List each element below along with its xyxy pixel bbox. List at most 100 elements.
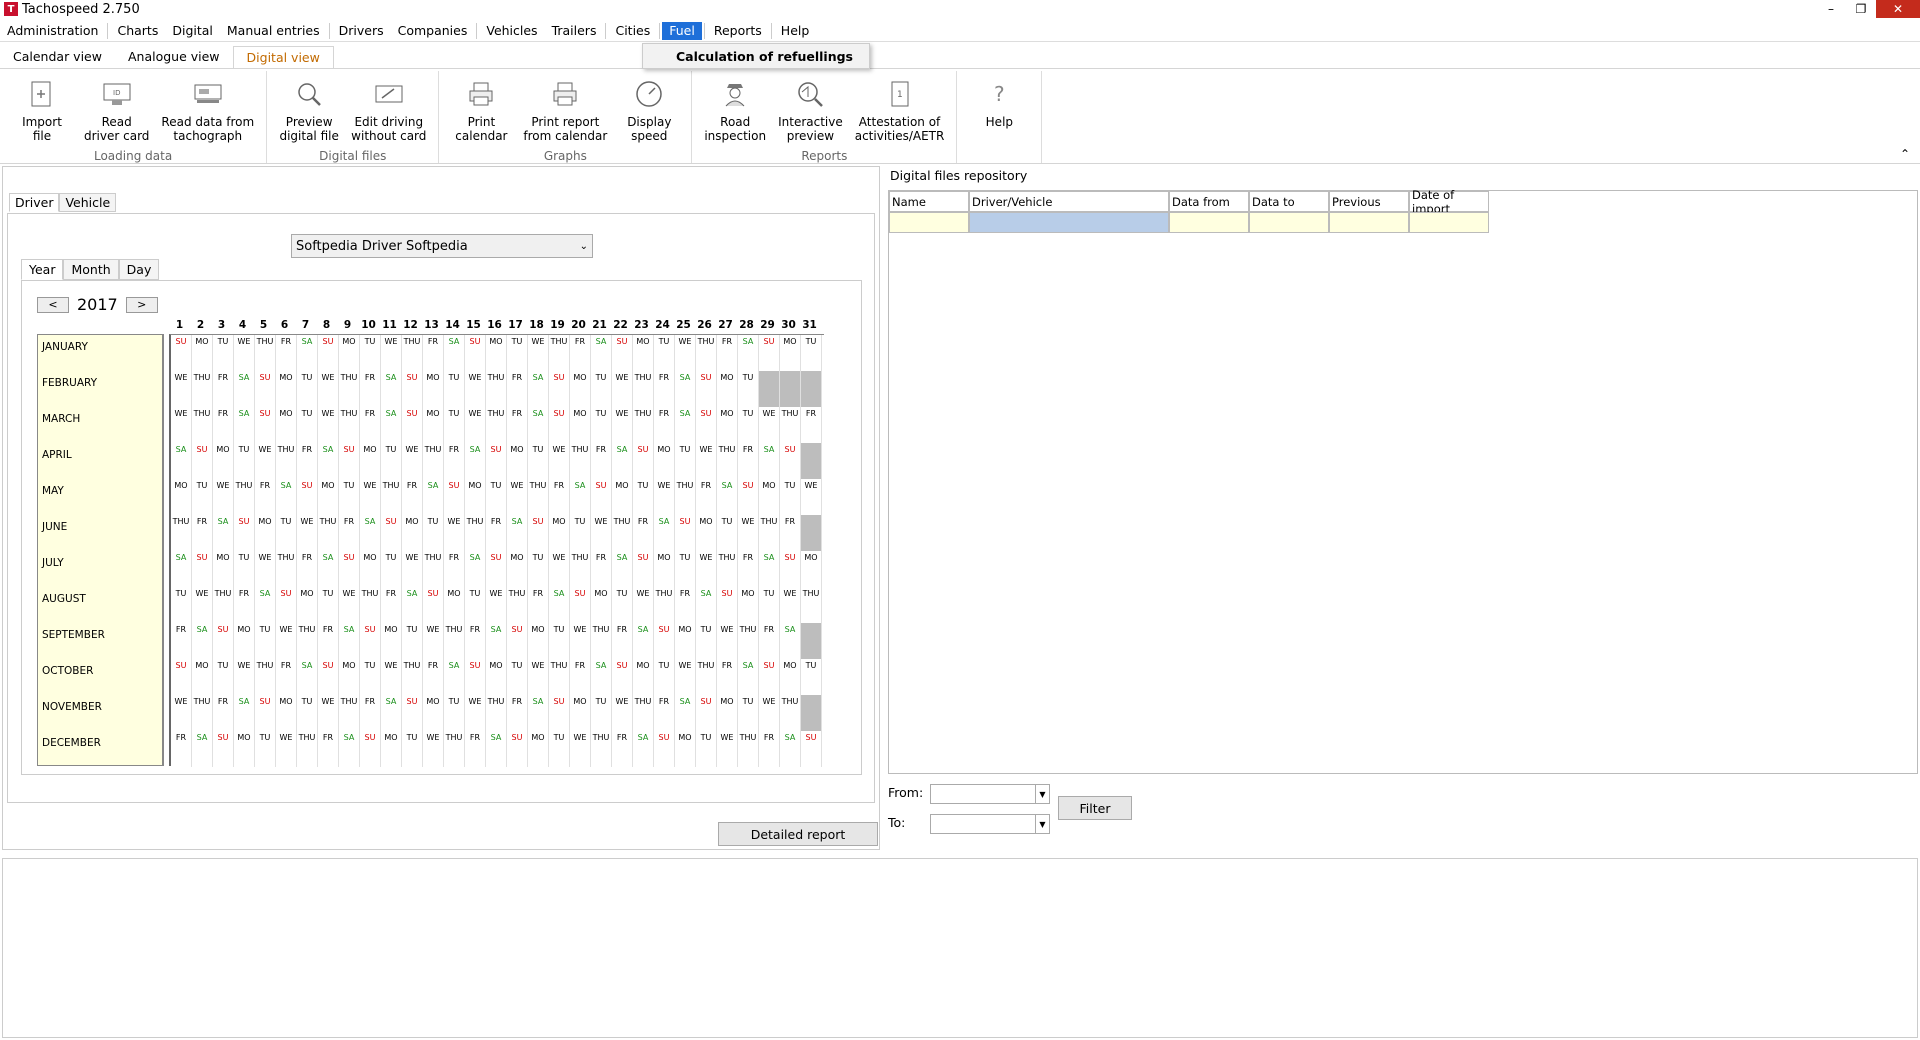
calendar-day-cell[interactable]: FR xyxy=(507,695,528,731)
calendar-day-cell[interactable]: SA xyxy=(633,731,654,767)
calendar-day-cell[interactable]: FR xyxy=(549,479,570,515)
menu-vehicles[interactable]: Vehicles xyxy=(479,22,544,40)
calendar-day-cell[interactable]: SA xyxy=(192,623,213,659)
calendar-day-cell[interactable]: SA xyxy=(465,551,486,587)
calendar-day-cell[interactable]: MO xyxy=(171,479,192,515)
calendar-day-cell[interactable]: SU xyxy=(465,659,486,695)
calendar-day-cell[interactable]: WE xyxy=(381,335,402,371)
calendar-day-cell[interactable]: MO xyxy=(486,659,507,695)
calendar-day-cell[interactable]: WE xyxy=(465,407,486,443)
calendar-day-cell[interactable]: TU xyxy=(297,695,318,731)
calendar-day-cell[interactable]: SA xyxy=(612,551,633,587)
calendar-day-cell[interactable]: SU xyxy=(633,443,654,479)
calendar-day-cell[interactable]: WE xyxy=(234,335,255,371)
calendar-day-cell[interactable]: SU xyxy=(801,731,822,767)
calendar-day-cell[interactable]: SU xyxy=(507,623,528,659)
calendar-day-cell[interactable]: THU xyxy=(612,515,633,551)
calendar-day-cell[interactable]: WE xyxy=(171,371,192,407)
calendar-day-cell[interactable]: THU xyxy=(717,443,738,479)
calendar-day-cell[interactable]: WE xyxy=(738,515,759,551)
calendar-day-cell[interactable]: SU xyxy=(339,443,360,479)
filter-button[interactable]: Filter xyxy=(1058,796,1132,820)
menu-fuel[interactable]: Fuel xyxy=(662,21,702,40)
calendar-day-cell[interactable]: MO xyxy=(486,335,507,371)
calendar-day-cell[interactable]: MO xyxy=(192,659,213,695)
calendar-day-cell[interactable]: THU xyxy=(402,335,423,371)
calendar-day-cell[interactable]: THU xyxy=(297,623,318,659)
calendar-day-cell[interactable]: SA xyxy=(780,731,801,767)
help-button[interactable]: ? Help xyxy=(963,71,1035,163)
calendar-day-cell[interactable]: TU xyxy=(528,443,549,479)
calendar-day-cell[interactable]: MO xyxy=(759,479,780,515)
calendar-day-cell[interactable]: THU xyxy=(738,731,759,767)
calendar-day-cell[interactable]: SU xyxy=(612,659,633,695)
calendar-day-cell[interactable]: FR xyxy=(444,443,465,479)
driver-select[interactable]: Softpedia Driver Softpedia ⌄ xyxy=(291,234,593,258)
calendar-day-cell[interactable]: SU xyxy=(696,371,717,407)
calendar-day-cell[interactable]: SU xyxy=(192,443,213,479)
calendar-day-cell[interactable]: MO xyxy=(276,407,297,443)
calendar-day-cell[interactable]: THU xyxy=(549,659,570,695)
calendar-day-cell[interactable]: SU xyxy=(381,515,402,551)
calendar-day-cell[interactable]: TU xyxy=(255,623,276,659)
calendar-day-cell[interactable]: TU xyxy=(318,587,339,623)
calendar-day-cell[interactable]: MO xyxy=(717,371,738,407)
calendar-day-cell[interactable]: THU xyxy=(759,515,780,551)
calendar-day-cell[interactable]: FR xyxy=(759,623,780,659)
calendar-day-cell[interactable]: MO xyxy=(339,659,360,695)
calendar-day-cell[interactable]: WE xyxy=(654,479,675,515)
calendar-day-cell[interactable]: THU xyxy=(633,407,654,443)
calendar-day-cell[interactable]: SU xyxy=(654,623,675,659)
calendar-day-cell[interactable]: THU xyxy=(276,551,297,587)
calendar-day-cell[interactable]: SA xyxy=(234,407,255,443)
calendar-day-cell[interactable]: SU xyxy=(360,623,381,659)
calendar-day-cell[interactable]: WE xyxy=(255,551,276,587)
calendar-day-cell[interactable]: SA xyxy=(318,551,339,587)
calendar-day-cell[interactable]: TU xyxy=(507,335,528,371)
tab-vehicle[interactable]: Vehicle xyxy=(59,193,117,212)
calendar-day-cell[interactable]: FR xyxy=(171,623,192,659)
calendar-day-cell[interactable]: WE xyxy=(675,659,696,695)
calendar-day-cell[interactable]: THU xyxy=(780,695,801,731)
calendar-day-cell[interactable]: FR xyxy=(696,479,717,515)
calendar-day-cell[interactable]: SU xyxy=(213,623,234,659)
calendar-day-cell[interactable]: MO xyxy=(318,479,339,515)
calendar-day-cell[interactable]: THU xyxy=(465,515,486,551)
column-previous[interactable]: Previous xyxy=(1329,191,1409,212)
calendar-day-cell[interactable]: MO xyxy=(801,551,822,587)
calendar-day-cell[interactable]: SU xyxy=(234,515,255,551)
calendar-day-cell[interactable]: SU xyxy=(507,731,528,767)
calendar-day-cell[interactable]: TU xyxy=(276,515,297,551)
calendar-day-cell[interactable]: SU xyxy=(465,335,486,371)
calendar-day-cell[interactable]: TU xyxy=(738,695,759,731)
calendar-day-cell[interactable]: SA xyxy=(759,443,780,479)
calendar-day-cell[interactable]: THU xyxy=(717,551,738,587)
calendar-day-cell[interactable]: THU xyxy=(549,335,570,371)
calendar-day-cell[interactable]: WE xyxy=(717,623,738,659)
calendar-day-cell[interactable]: TU xyxy=(549,731,570,767)
calendar-day-cell[interactable]: MO xyxy=(780,659,801,695)
calendar-day-cell[interactable]: THU xyxy=(801,587,822,623)
calendar-day-cell[interactable]: SA xyxy=(675,371,696,407)
calendar-day-cell[interactable]: WE xyxy=(171,407,192,443)
tab-digital-view[interactable]: Digital view xyxy=(232,46,334,68)
calendar-day-cell[interactable]: TU xyxy=(297,371,318,407)
calendar-day-cell[interactable]: WE xyxy=(423,731,444,767)
calendar-day-cell[interactable]: MO xyxy=(276,695,297,731)
calendar-day-cell[interactable]: THU xyxy=(444,623,465,659)
calendar-day-cell[interactable]: THU xyxy=(444,731,465,767)
calendar-day-cell[interactable]: SA xyxy=(339,623,360,659)
calendar-day-cell[interactable]: MO xyxy=(675,623,696,659)
calendar-day-cell[interactable]: WE xyxy=(759,695,780,731)
table-cell[interactable] xyxy=(1329,212,1409,233)
detailed-report-button[interactable]: Detailed report xyxy=(718,822,878,846)
calendar-day-cell[interactable]: SU xyxy=(696,695,717,731)
calendar-day-cell[interactable]: WE xyxy=(360,479,381,515)
calendar-day-cell[interactable]: THU xyxy=(297,731,318,767)
calendar-day-cell[interactable]: WE xyxy=(507,479,528,515)
calendar-day-cell[interactable]: SA xyxy=(486,623,507,659)
calendar-day-cell[interactable]: WE xyxy=(444,515,465,551)
calendar-day-cell[interactable]: SU xyxy=(318,335,339,371)
calendar-day-cell[interactable]: FR xyxy=(234,587,255,623)
calendar-day-cell[interactable]: THU xyxy=(171,515,192,551)
